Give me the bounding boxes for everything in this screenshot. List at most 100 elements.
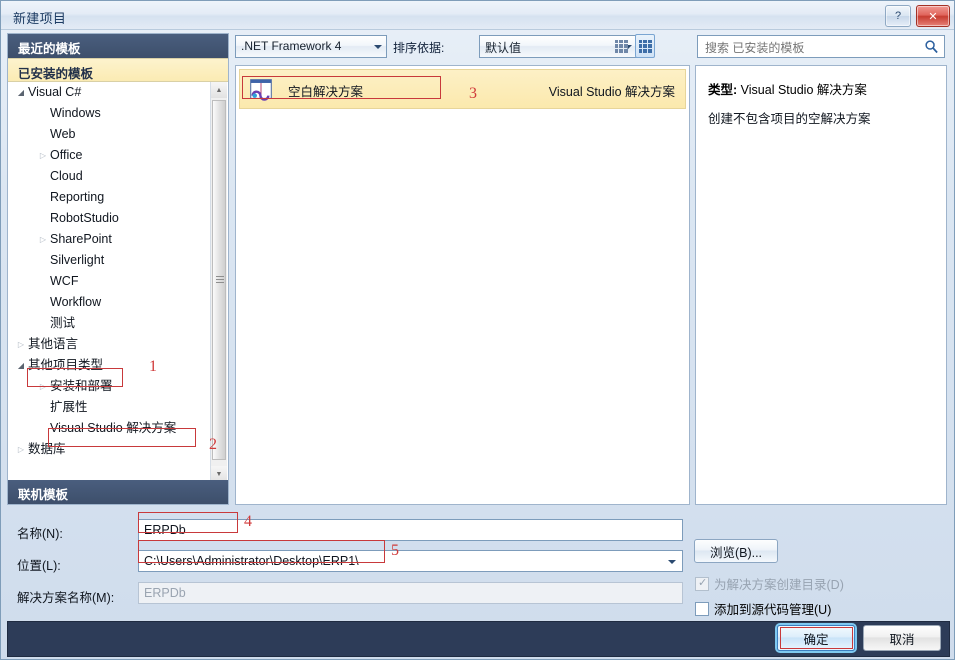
location-input-value: C:\Users\Administrator\Desktop\ERP1\ [144,554,359,568]
tree-item[interactable]: Cloud [8,166,228,187]
tree-item[interactable]: WCF [8,271,228,292]
name-label: 名称(N): [17,527,63,541]
tree-item[interactable]: ◢ 其他项目类型 [8,355,228,376]
tree-scrollbar[interactable]: ▲ ▼ [210,82,227,482]
blank-solution-icon [250,79,272,101]
tree-item-label: 扩展性 [50,400,88,414]
tree-item-label: 其他语言 [28,337,79,351]
tree-item-label: Reporting [50,190,105,204]
title-bar: 新建项目 ? ✕ [1,1,954,30]
tree-item[interactable]: Silverlight [8,250,228,271]
tree-twisty-icon[interactable]: ▷ [36,229,50,250]
tree-item[interactable]: Workflow [8,292,228,313]
sort-label: 排序依据: [393,41,445,55]
detail-type-label: 类型: [708,83,738,97]
help-button[interactable]: ? [885,5,911,27]
template-list[interactable]: 空白解决方案 Visual Studio 解决方案 [235,65,690,505]
tree-item[interactable]: ◢ Visual C# [8,82,228,103]
sidebar-header-installed[interactable]: 已安装的模板 [8,58,228,82]
tree-twisty-icon[interactable]: ▷ [36,145,50,166]
tree-item-label: Visual C# [28,85,82,99]
templates-sidebar: 最近的模板 已安装的模板 ◢ Visual C# Windows Web ▷ Offi… [7,33,229,505]
search-box[interactable] [697,35,945,58]
scroll-up-button[interactable]: ▲ [211,82,227,98]
new-project-dialog: 新建项目 ? ✕ .NET Framework 4 排序依据: 默认值 搜索 已… [0,0,955,660]
tree-twisty-icon[interactable]: ◢ [14,355,28,376]
tree-item[interactable]: ▷ 安装和部署 [8,376,228,397]
sidebar-header-online[interactable]: 联机模板 [8,480,228,504]
location-input[interactable]: C:\Users\Administrator\Desktop\ERP1\ [138,550,683,572]
chevron-down-icon[interactable] [668,560,676,564]
name-input[interactable]: ERPDb [138,519,683,541]
framework-select-value: .NET Framework 4 [241,39,342,53]
sort-select-value: 默认值 [485,41,522,55]
large-icons-button[interactable] [611,34,631,58]
list-item-label: 空白解决方案 [288,85,364,99]
sidebar-header-recent[interactable]: 最近的模板 [8,34,228,58]
large-icons-icon [614,39,628,53]
tree-item[interactable]: Reporting [8,187,228,208]
list-item[interactable]: 空白解决方案 Visual Studio 解决方案 [239,69,686,109]
search-input[interactable] [703,37,917,58]
tree-item[interactable]: ▷ 其他语言 [8,334,228,355]
scroll-thumb[interactable] [212,100,226,460]
search-icon [925,40,938,54]
tree-item-label: RobotStudio [50,211,119,225]
checkbox-box[interactable] [695,602,709,616]
detail-description: 创建不包含项目的空解决方案 [708,112,871,126]
tree-item-label: Workflow [50,295,102,309]
tree-item[interactable]: ▷ Office [8,145,228,166]
tree-twisty-icon[interactable]: ▷ [36,376,50,397]
project-form: 名称(N): ERPDb 位置(L): C:\Users\Administrat… [7,509,947,617]
tree-item[interactable]: Windows [8,103,228,124]
template-tree[interactable]: ◢ Visual C# Windows Web ▷ Office Cloud Repo… [8,82,228,482]
check-icon: ✓ [698,577,708,589]
tree-twisty-icon[interactable]: ◢ [14,82,28,103]
tree-item-label: WCF [50,274,79,288]
tree-item[interactable]: 测试 [8,313,228,334]
tree-item-label: 测试 [50,316,76,330]
detail-pane: 类型: Visual Studio 解决方案 创建不包含项目的空解决方案 [695,65,947,505]
close-button[interactable]: ✕ [916,5,950,27]
window-controls: ? ✕ [885,5,950,27]
tree-twisty-icon[interactable]: ▷ [14,334,28,355]
tree-item-label: SharePoint [50,232,112,246]
tree-item[interactable]: RobotStudio [8,208,228,229]
chevron-down-icon [374,45,382,49]
tree-item-label: Silverlight [50,253,105,267]
solution-name-input: ERPDb [138,582,683,604]
create-directory-label: 为解决方案创建目录(D) [714,578,844,592]
tree-item-label: 其他项目类型 [28,358,104,372]
tree-item-label: Cloud [50,169,83,183]
small-icons-button[interactable] [635,34,655,58]
window-title: 新建项目 [13,11,67,26]
ok-button[interactable]: 确定 [777,625,855,651]
tree-item[interactable]: ▷ SharePoint [8,229,228,250]
source-control-checkbox[interactable]: 添加到源代码管理(U) [695,599,831,618]
detail-type-row: 类型: Visual Studio 解决方案 [708,79,934,98]
tree-twisty-icon[interactable]: ▷ [14,439,28,460]
cancel-button[interactable]: 取消 [863,625,941,651]
solution-name-label: 解决方案名称(M): [17,591,115,605]
tree-item[interactable]: ▷ 数据库 [8,439,228,460]
browse-button[interactable]: 浏览(B)... [694,539,778,563]
scroll-grip-icon [216,276,224,283]
framework-select[interactable]: .NET Framework 4 [235,35,387,58]
tree-item[interactable]: Web [8,124,228,145]
tree-item-label: Visual Studio 解决方案 [50,421,177,435]
location-label: 位置(L): [17,559,61,573]
tree-item[interactable]: 扩展性 [8,397,228,418]
small-icons-icon [638,39,652,53]
list-item-category: Visual Studio 解决方案 [548,85,675,99]
tree-item[interactable]: Visual Studio 解决方案 [8,418,228,439]
